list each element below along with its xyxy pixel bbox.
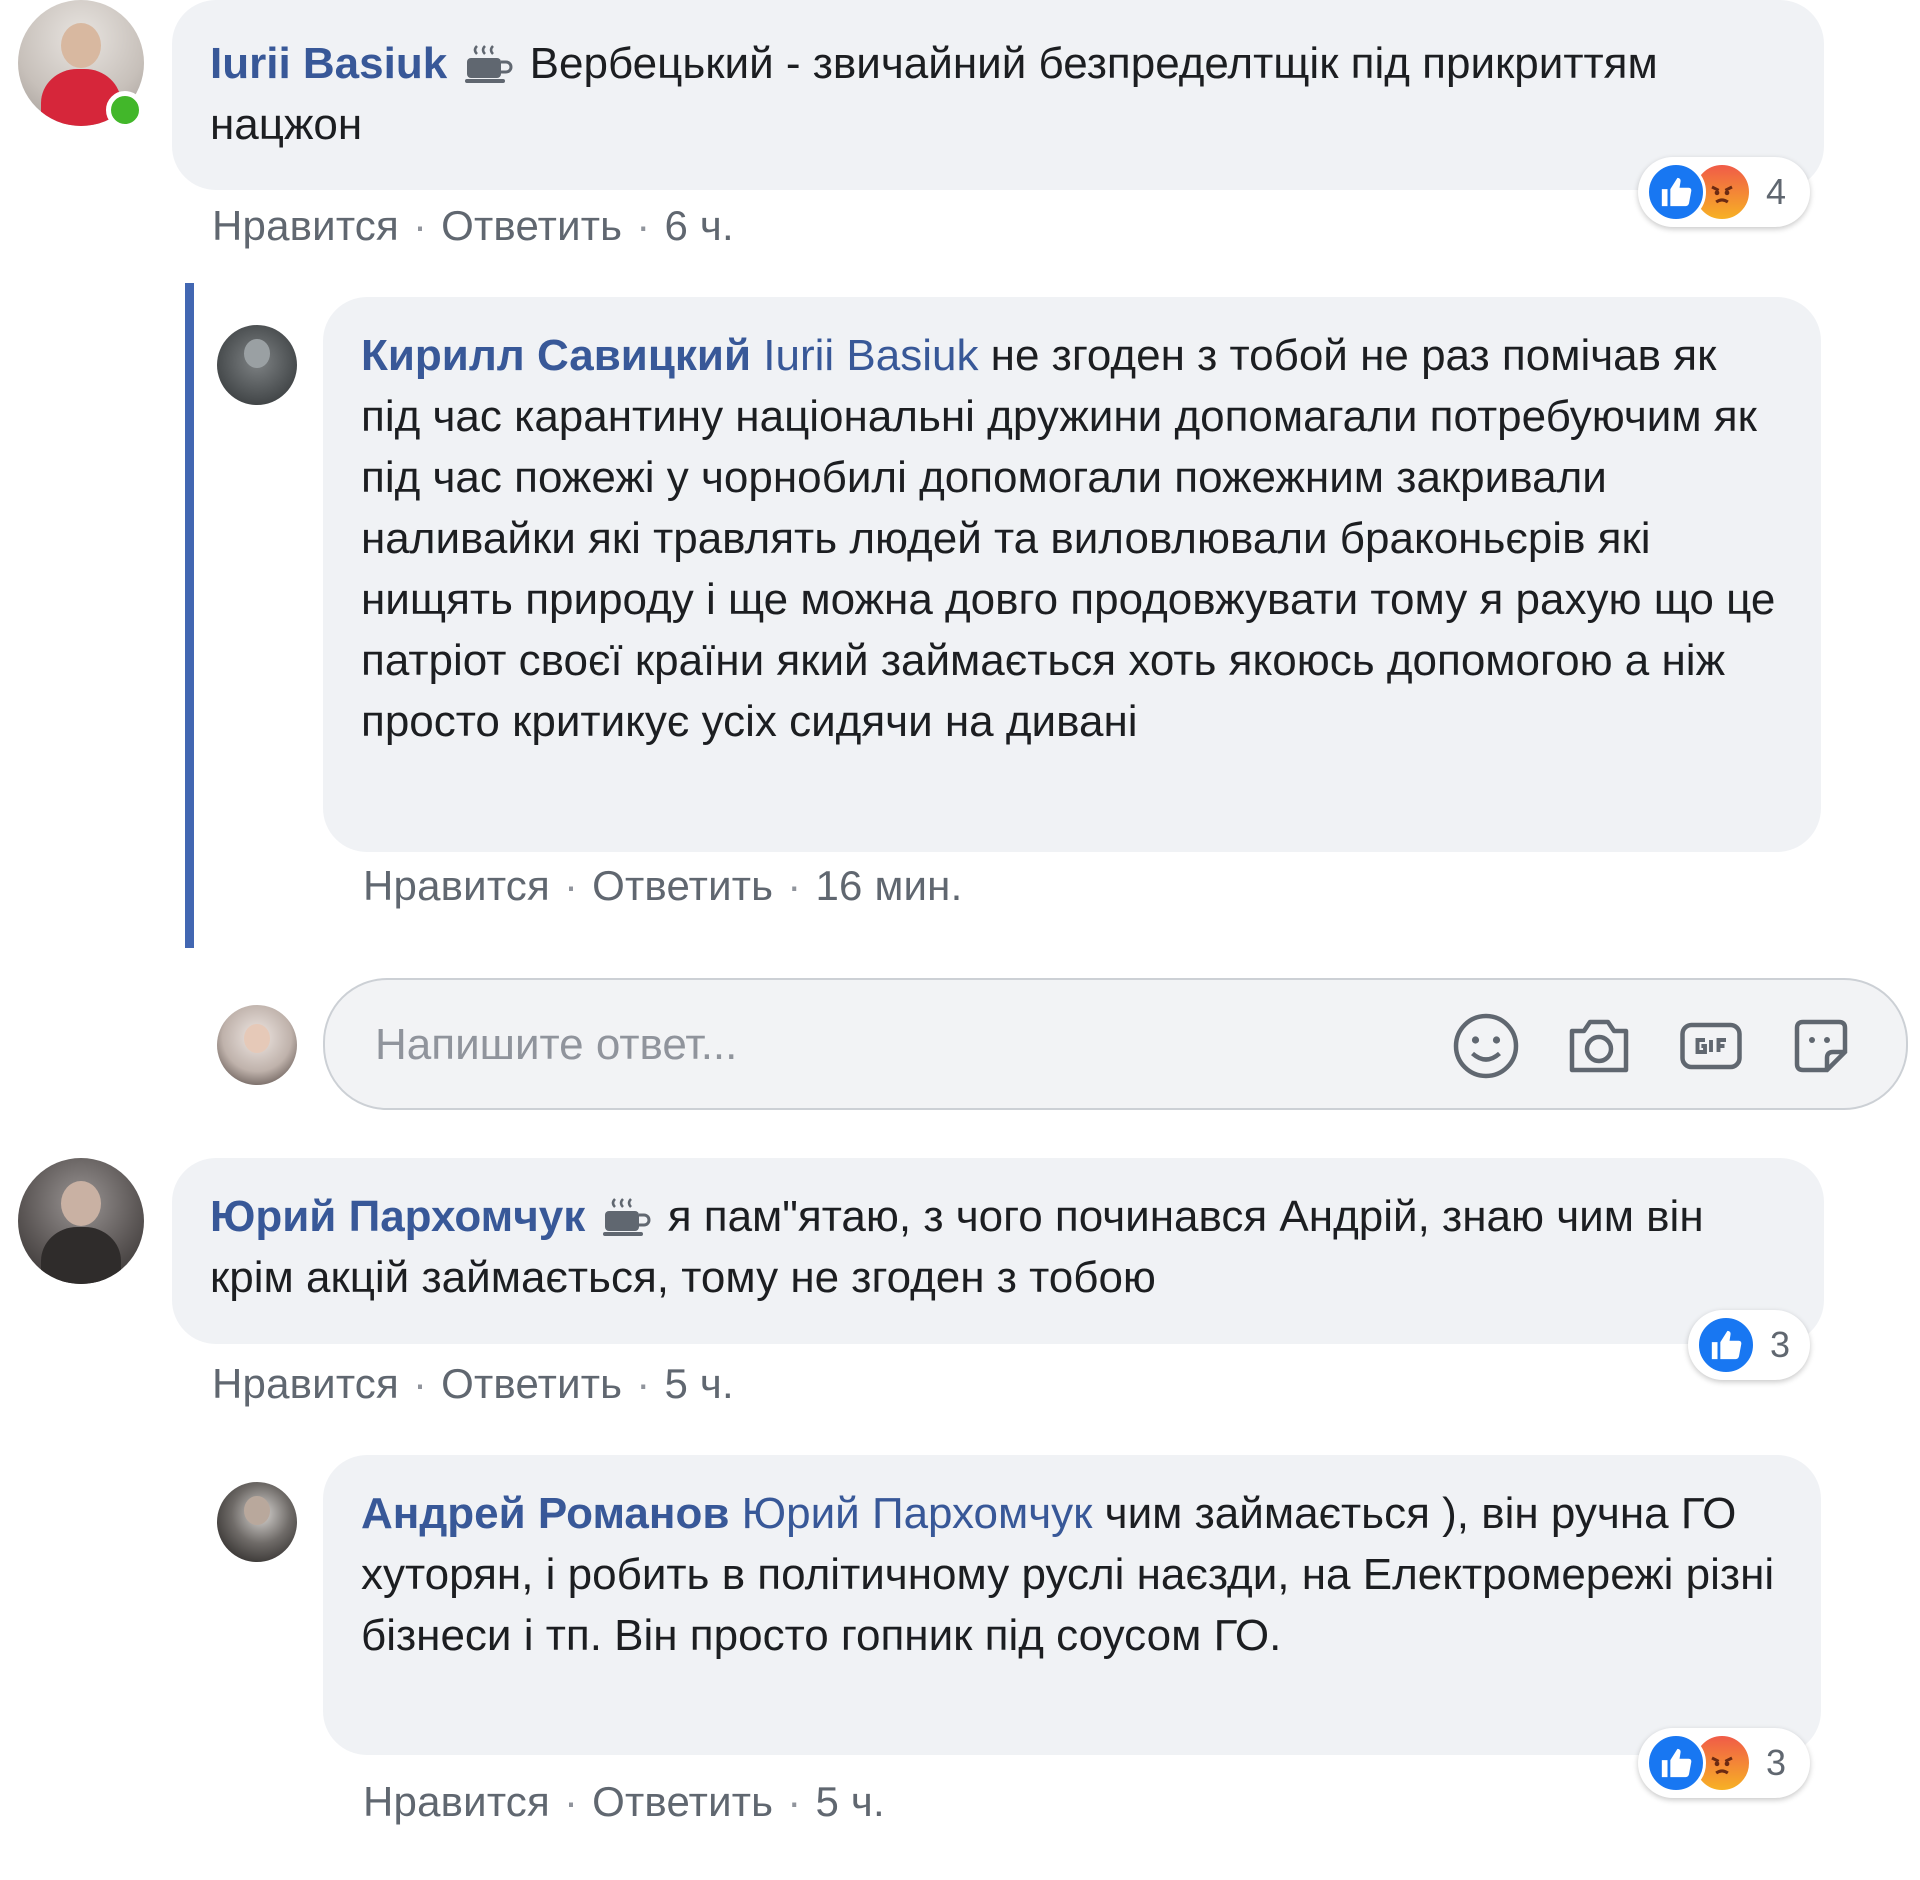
comment-author-link[interactable]: Юрий Пархомчук bbox=[210, 1192, 585, 1241]
reactions-summary[interactable]: 3 bbox=[1638, 1728, 1810, 1798]
comment-timestamp[interactable]: 5 ч. bbox=[664, 1360, 733, 1407]
avatar[interactable] bbox=[217, 1482, 297, 1562]
comment-bubble: Кирилл Савицкий Iurii Basiuk не згоден з… bbox=[323, 297, 1821, 852]
comment-actions: Нравится · Ответить · 5 ч. bbox=[212, 1360, 734, 1408]
reply-action[interactable]: Ответить bbox=[592, 862, 773, 909]
camera-icon[interactable] bbox=[1563, 1010, 1635, 1082]
reaction-count: 3 bbox=[1766, 1742, 1787, 1783]
avatar-face bbox=[60, 1180, 102, 1227]
like-action[interactable]: Нравится bbox=[212, 202, 399, 249]
coffee-cup-icon bbox=[603, 1198, 651, 1236]
comment-bubble: Iurii Basiuk Вербецький - звичайний безп… bbox=[172, 0, 1824, 190]
separator-dot: · bbox=[563, 862, 579, 909]
reply-action[interactable]: Ответить bbox=[441, 202, 622, 249]
separator-dot: · bbox=[412, 1360, 428, 1407]
gif-icon[interactable] bbox=[1675, 1010, 1747, 1082]
reaction-count: 4 bbox=[1766, 171, 1787, 212]
coffee-cup-icon bbox=[465, 45, 513, 83]
reaction-count: 3 bbox=[1770, 1324, 1791, 1365]
like-action[interactable]: Нравится bbox=[212, 1360, 399, 1407]
comment-bubble: Андрей Романов Юрий Пархомчук чим займає… bbox=[323, 1455, 1821, 1755]
avatar[interactable] bbox=[217, 325, 297, 405]
separator-dot: · bbox=[636, 202, 651, 249]
separator-dot: · bbox=[412, 202, 428, 249]
comment-actions: Нравится · Ответить · 6 ч. bbox=[212, 202, 734, 250]
like-reaction-icon bbox=[1646, 1733, 1706, 1793]
reactions-summary[interactable]: 3 bbox=[1688, 1310, 1810, 1380]
like-action[interactable]: Нравится bbox=[363, 862, 550, 909]
comment-timestamp[interactable]: 5 ч. bbox=[815, 1778, 884, 1825]
comment-timestamp[interactable]: 6 ч. bbox=[664, 202, 733, 249]
reply-action[interactable]: Ответить bbox=[441, 1360, 622, 1407]
avatar-face bbox=[244, 339, 270, 369]
separator-dot: · bbox=[563, 1778, 579, 1825]
reply-thread-line bbox=[185, 283, 194, 948]
avatar-face bbox=[244, 1024, 270, 1053]
mention-link[interactable]: Юрий Пархомчук bbox=[742, 1489, 1093, 1538]
comment-text: не згоден з тобой не раз помічав як під … bbox=[361, 331, 1776, 746]
separator-dot: · bbox=[636, 1360, 651, 1407]
avatar-face bbox=[244, 1496, 270, 1526]
emoji-icon[interactable] bbox=[1450, 1010, 1522, 1082]
comment-actions: Нравится · Ответить · 5 ч. bbox=[363, 1778, 885, 1826]
separator-dot: · bbox=[787, 862, 802, 909]
like-action[interactable]: Нравится bbox=[363, 1778, 550, 1825]
like-reaction-icon bbox=[1696, 1315, 1756, 1375]
reply-input-box[interactable] bbox=[323, 978, 1908, 1110]
comment-bubble: Юрий Пархомчук я пам"ятаю, з чого почина… bbox=[172, 1158, 1824, 1344]
comment-timestamp[interactable]: 16 мин. bbox=[815, 862, 962, 909]
sticker-icon[interactable] bbox=[1785, 1010, 1857, 1082]
avatar-face bbox=[60, 22, 102, 69]
reactions-summary[interactable]: 4 bbox=[1638, 157, 1810, 227]
like-reaction-icon bbox=[1646, 162, 1706, 222]
avatar[interactable] bbox=[18, 1158, 144, 1284]
comment-author-link[interactable]: Iurii Basiuk bbox=[210, 39, 447, 88]
comment-author-link[interactable]: Андрей Романов bbox=[361, 1489, 729, 1538]
online-status-indicator bbox=[106, 91, 144, 129]
separator-dot: · bbox=[787, 1778, 802, 1825]
avatar[interactable] bbox=[217, 1005, 297, 1085]
reply-action[interactable]: Ответить bbox=[592, 1778, 773, 1825]
reply-input[interactable] bbox=[373, 980, 1427, 1110]
avatar-shirt bbox=[40, 1227, 122, 1284]
comment-actions: Нравится · Ответить · 16 мин. bbox=[363, 862, 962, 910]
comment-author-link[interactable]: Кирилл Савицкий bbox=[361, 331, 751, 380]
mention-link[interactable]: Iurii Basiuk bbox=[763, 331, 978, 380]
